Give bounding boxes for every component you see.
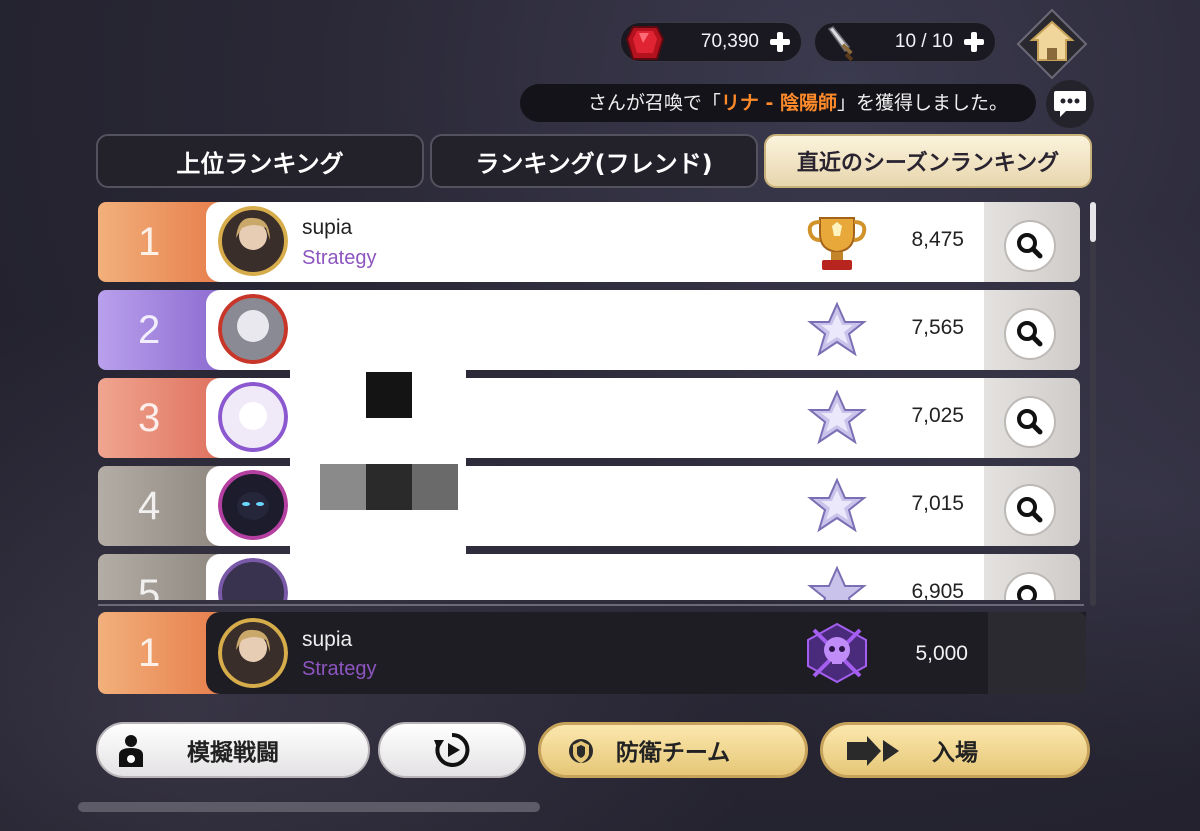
player-name: supia [302, 216, 353, 239]
home-indicator [78, 802, 540, 812]
magnifier-icon [1017, 497, 1043, 523]
ruby-icon [625, 26, 665, 60]
my-row-tail [988, 612, 1086, 694]
add-gems-button[interactable] [769, 31, 791, 53]
my-avatar[interactable] [218, 618, 288, 688]
player-avatar[interactable] [218, 382, 288, 452]
purple-skull-icon [807, 622, 867, 684]
view-profile-button[interactable] [1004, 220, 1056, 272]
defense-team-button[interactable]: 防衛チーム [538, 722, 808, 778]
replay-icon [434, 732, 470, 767]
player-avatar[interactable] [218, 470, 288, 540]
gem-counter: 70,390 [620, 22, 802, 62]
magnifier-icon [1017, 585, 1037, 600]
player-avatar[interactable] [218, 294, 288, 364]
ranking-row[interactable]: 4 7,015 [98, 466, 1080, 546]
ranking-row[interactable]: 1 supia Strategy 8,475 [98, 202, 1080, 282]
player-score: 7,025 [911, 404, 964, 427]
mock-battle-label: 模擬戦闘 [187, 740, 279, 766]
ranking-list[interactable]: 1 supia Strategy 8,475 2 7,565 3 7,025 4… [98, 202, 1082, 600]
my-score: 5,000 [915, 642, 968, 665]
silver-star-icon [807, 389, 867, 445]
player-score: 7,565 [911, 316, 964, 339]
tab-recent-season-ranking[interactable]: 直近のシーズンランキング [764, 134, 1092, 188]
view-profile-button[interactable] [1004, 572, 1056, 600]
sword-icon [827, 26, 854, 62]
notice-suffix: 」を獲得しました。 [836, 92, 1008, 114]
defense-team-label: 防衛チーム [615, 740, 731, 766]
my-name: supia [302, 628, 353, 651]
chat-button[interactable] [1046, 80, 1094, 128]
redaction-pixel [366, 464, 412, 510]
tab-top-ranking[interactable]: 上位ランキング [96, 134, 424, 188]
defense-team-icon [569, 739, 593, 763]
ranking-row[interactable]: 2 7,565 [98, 290, 1080, 370]
view-profile-button[interactable] [1004, 396, 1056, 448]
add-stamina-button[interactable] [963, 31, 985, 53]
enter-button[interactable]: 入場 [820, 722, 1090, 778]
my-ranking-row: 1 supia Strategy 5,000 [98, 612, 1086, 694]
double-arrow-icon [847, 736, 899, 766]
stamina-counter: 10 / 10 [814, 22, 996, 62]
redaction-pixel [412, 464, 458, 510]
redaction-pixel [366, 372, 412, 418]
player-guild: Strategy [302, 247, 377, 269]
magnifier-icon [1017, 409, 1043, 435]
magnifier-icon [1017, 233, 1043, 259]
player-score: 7,015 [911, 492, 964, 515]
ranking-scrollbar[interactable] [1090, 202, 1096, 606]
ranking-row[interactable]: 5 6,905 [98, 554, 1080, 600]
tab-friend-ranking[interactable]: ランキング(フレンド) [430, 134, 758, 188]
view-profile-button[interactable] [1004, 484, 1056, 536]
notice-prefix: さんが召喚で「 [587, 92, 721, 114]
mock-battle-button[interactable]: 模擬戦闘 [96, 722, 370, 778]
silver-star-icon [807, 477, 867, 533]
summon-notice: さんが召喚で「リナ - 陰陽師」を獲得しました。 [520, 84, 1036, 122]
player-score: 8,475 [911, 228, 964, 251]
ranking-row[interactable]: 3 7,025 [98, 378, 1080, 458]
silver-star-icon [807, 301, 867, 357]
home-button[interactable] [1016, 8, 1088, 80]
notice-highlight: リナ - 陰陽師 [720, 92, 837, 114]
scrollbar-thumb[interactable] [1090, 202, 1096, 242]
silver-star-icon [807, 565, 867, 600]
gem-count: 70,390 [700, 31, 759, 52]
player-avatar[interactable] [218, 206, 288, 276]
redaction-pixel [320, 464, 366, 510]
magnifier-icon [1017, 321, 1043, 347]
view-profile-button[interactable] [1004, 308, 1056, 360]
player-score: 6,905 [911, 580, 964, 600]
stamina-count: 10 / 10 [894, 31, 953, 52]
gold-trophy-icon [807, 217, 867, 270]
battle-person-icon [119, 735, 143, 767]
chat-icon [1054, 91, 1086, 117]
divider [98, 604, 1084, 606]
enter-label: 入場 [932, 740, 978, 766]
replay-button[interactable] [378, 722, 526, 778]
my-guild: Strategy [302, 658, 377, 680]
